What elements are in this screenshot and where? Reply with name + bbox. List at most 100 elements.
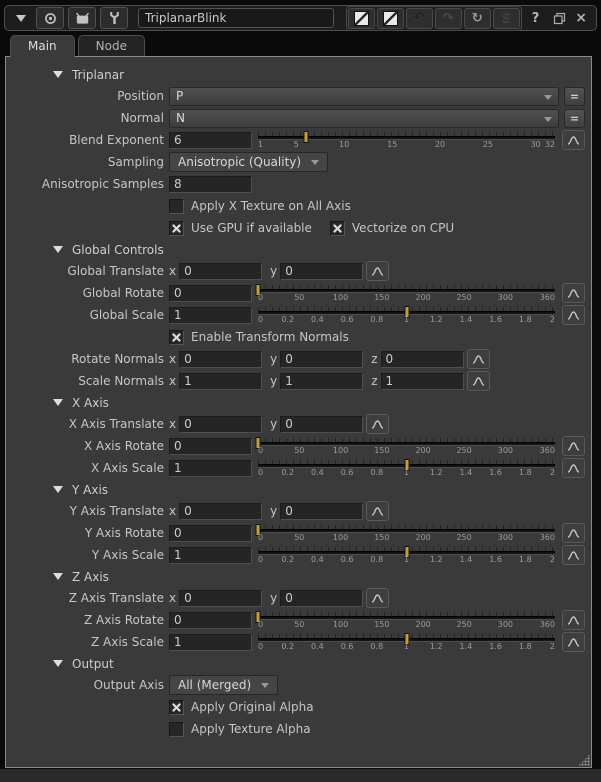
node-name-input[interactable] xyxy=(138,8,334,28)
close-button[interactable]: × xyxy=(573,10,591,26)
tab-main[interactable]: Main xyxy=(10,35,75,58)
undo-button[interactable]: ↶ xyxy=(406,8,433,29)
checkbox-box[interactable] xyxy=(169,700,184,715)
y-axis-translate-y-input[interactable] xyxy=(280,503,363,520)
scale-normals-animation-curve-button[interactable] xyxy=(467,371,490,391)
y-axis-scale-slider[interactable]: 00.20.40.60.811.21.41.61.82 xyxy=(258,546,555,565)
center-node-button[interactable] xyxy=(36,7,64,29)
x-axis-scale-input[interactable] xyxy=(169,460,252,477)
node-color-button[interactable] xyxy=(348,8,375,29)
checkbox-box[interactable] xyxy=(330,221,345,236)
global-translate-y-input[interactable] xyxy=(280,263,363,280)
gl-color-button[interactable] xyxy=(377,8,404,29)
position-expression-button[interactable]: = xyxy=(564,87,585,106)
param-label: Y Axis Translate xyxy=(6,504,169,518)
global-rotate-slider[interactable]: 050100150200250300360 xyxy=(258,284,555,303)
global-scale-slider[interactable]: 00.20.40.60.811.21.41.61.82 xyxy=(258,306,555,325)
x-axis-scale-animation-curve-button[interactable] xyxy=(562,458,585,478)
global-rotate-animation-curve-button[interactable] xyxy=(562,283,585,303)
panel-menu-button[interactable] xyxy=(10,15,32,22)
x-axis-scale-slider[interactable]: 00.20.40.60.811.21.41.61.82 xyxy=(258,459,555,478)
script-button[interactable]: S xyxy=(493,8,520,29)
blend-exponent-slider[interactable]: 15101520253032 xyxy=(258,131,555,150)
global-scale-input[interactable] xyxy=(169,307,252,324)
checkbox-label: Apply Original Alpha xyxy=(191,700,314,714)
y-axis-scale-input[interactable] xyxy=(169,547,252,564)
collapse-triangle-icon[interactable] xyxy=(53,71,63,78)
scale-normals-z-input[interactable] xyxy=(381,373,464,390)
position-channel-dropdown[interactable]: P xyxy=(169,87,559,106)
global-translate-x-input[interactable] xyxy=(179,263,262,280)
rotate-normals-y-input[interactable] xyxy=(280,351,363,368)
global-rotate-input[interactable] xyxy=(169,285,252,302)
blend-exponent-input[interactable] xyxy=(169,132,252,149)
z-axis-translate-y-input[interactable] xyxy=(280,590,363,607)
checkbox-use-gpu-if-available[interactable]: Use GPU if available xyxy=(169,221,312,236)
tick-label: 1.4 xyxy=(460,315,473,324)
checkbox-box[interactable] xyxy=(169,330,184,345)
window-footer xyxy=(0,769,601,782)
checkbox-enable-transform-normals[interactable]: Enable Transform Normals xyxy=(169,330,349,345)
z-axis-rotate-slider[interactable]: 050100150200250300360 xyxy=(258,611,555,630)
postage-stamp-button[interactable] xyxy=(68,7,96,29)
rotate-normals-x-input[interactable] xyxy=(179,351,262,368)
z-axis-rotate-animation-curve-button[interactable] xyxy=(562,610,585,630)
z-axis-translate-animation-curve-button[interactable] xyxy=(366,588,389,608)
rotate-normals-z-input[interactable] xyxy=(381,351,464,368)
tick-label: 1.8 xyxy=(519,642,532,651)
collapse-triangle-icon[interactable] xyxy=(53,486,63,493)
sampling-dropdown[interactable]: Anisotropic (Quality) xyxy=(169,152,328,172)
slider-track xyxy=(258,311,555,314)
tick-label: 360 xyxy=(540,293,555,302)
blend-exponent-animation-curve-button[interactable] xyxy=(562,130,585,150)
z-axis-scale-animation-curve-button[interactable] xyxy=(562,632,585,652)
float-panel-button[interactable] xyxy=(549,8,569,28)
checkbox-box[interactable] xyxy=(169,199,184,214)
global-translate-animation-curve-button[interactable] xyxy=(366,261,389,281)
anisotropic-samples-input[interactable] xyxy=(169,176,252,193)
redo-button[interactable]: ↷ xyxy=(435,8,462,29)
tab-node[interactable]: Node xyxy=(78,35,145,57)
y-axis-scale-animation-curve-button[interactable] xyxy=(562,545,585,565)
collapse-triangle-icon[interactable] xyxy=(53,573,63,580)
z-axis-translate-x-input[interactable] xyxy=(179,590,262,607)
scale-normals-y-input[interactable] xyxy=(280,373,363,390)
x-axis-translate-animation-curve-button[interactable] xyxy=(366,414,389,434)
x-axis-translate-x-input[interactable] xyxy=(179,416,262,433)
collapse-triangle-icon[interactable] xyxy=(53,246,63,253)
normal-channel-dropdown[interactable]: N xyxy=(169,109,559,128)
resize-grip[interactable] xyxy=(578,754,590,766)
checkbox-box[interactable] xyxy=(169,722,184,737)
y-axis-rotate-slider[interactable]: 050100150200250300360 xyxy=(258,524,555,543)
revert-button[interactable]: ↻ xyxy=(464,8,491,29)
normal-expression-button[interactable]: = xyxy=(564,109,585,128)
checkbox-apply-original-alpha[interactable]: Apply Original Alpha xyxy=(169,700,314,715)
x-axis-rotate-animation-curve-button[interactable] xyxy=(562,436,585,456)
checkbox-box[interactable] xyxy=(169,221,184,236)
checkbox-apply-x-texture-on-all-axis[interactable]: Apply X Texture on All Axis xyxy=(169,199,351,214)
help-button[interactable]: ? xyxy=(526,11,546,26)
global-scale-animation-curve-button[interactable] xyxy=(562,305,585,325)
curve-wave-icon xyxy=(371,419,384,430)
y-axis-translate-x-input[interactable] xyxy=(179,503,262,520)
output-axis-dropdown[interactable]: All (Merged) xyxy=(169,675,278,695)
z-axis-scale-slider[interactable]: 00.20.40.60.811.21.41.61.82 xyxy=(258,633,555,652)
z-axis-scale-input[interactable] xyxy=(169,634,252,651)
slider-track xyxy=(258,638,555,641)
checkbox-vectorize-on-cpu[interactable]: Vectorize on CPU xyxy=(330,221,454,236)
z-axis-rotate-input[interactable] xyxy=(169,612,252,629)
slider-tick-marks xyxy=(258,438,555,442)
rotate-normals-animation-curve-button[interactable] xyxy=(467,349,490,369)
collapse-triangle-icon[interactable] xyxy=(53,660,63,667)
scale-normals-x-input[interactable] xyxy=(179,373,262,390)
collapse-triangle-icon[interactable] xyxy=(53,399,63,406)
y-axis-rotate-input[interactable] xyxy=(169,525,252,542)
x-axis-rotate-slider[interactable]: 050100150200250300360 xyxy=(258,437,555,456)
y-axis-translate-animation-curve-button[interactable] xyxy=(366,501,389,521)
x-axis-translate-y-input[interactable] xyxy=(280,416,363,433)
checkbox-apply-texture-alpha[interactable]: Apply Texture Alpha xyxy=(169,722,311,737)
settings-button[interactable] xyxy=(100,7,128,29)
x-axis-rotate-input[interactable] xyxy=(169,438,252,455)
row-x-axis-rotate: X Axis Rotate050100150200250300360 xyxy=(6,435,591,457)
y-axis-rotate-animation-curve-button[interactable] xyxy=(562,523,585,543)
